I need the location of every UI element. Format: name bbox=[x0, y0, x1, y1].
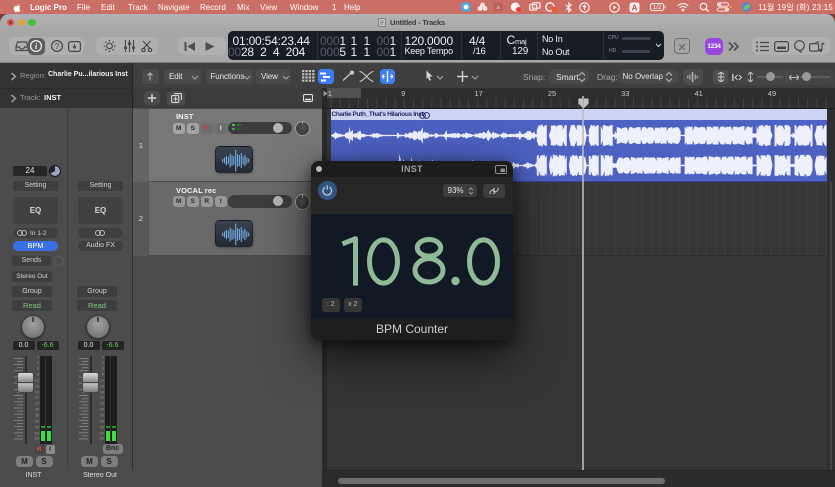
svg-text:?: ? bbox=[55, 42, 60, 51]
svg-text:1/2: 1/2 bbox=[653, 5, 662, 11]
svg-text:A: A bbox=[632, 3, 638, 12]
svg-text:i: i bbox=[35, 41, 38, 51]
